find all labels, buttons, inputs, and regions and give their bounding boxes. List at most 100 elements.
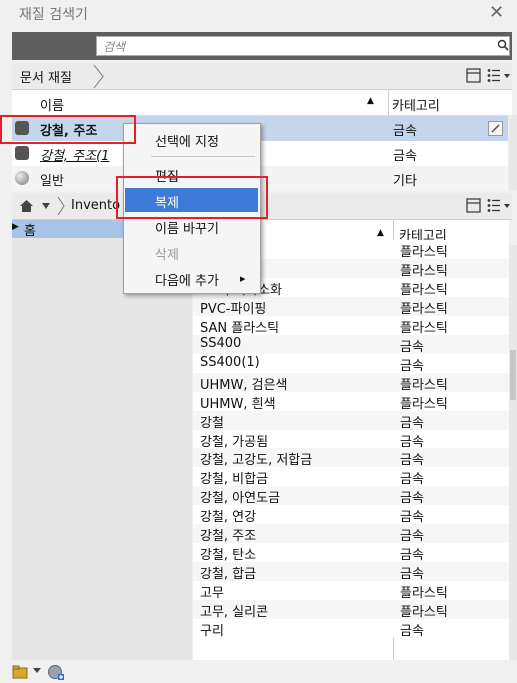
material-name: 구리	[200, 624, 224, 639]
menu-item-add-to[interactable]: 다음에 추가	[155, 270, 219, 289]
submenu-arrow-icon: ▸	[240, 272, 246, 285]
table-row[interactable]: 고무 플라스틱	[193, 581, 509, 602]
material-category: 금속	[400, 624, 424, 639]
material-category: 플라스틱	[400, 301, 448, 317]
chevron-down-icon[interactable]	[33, 668, 41, 674]
scrollbar-thumb[interactable]	[510, 350, 516, 400]
column-header-category[interactable]: 카테고리	[392, 95, 440, 114]
material-name: SS400	[200, 335, 242, 351]
material-category: 금속	[400, 415, 424, 431]
material-category: 플라스틱	[400, 396, 448, 412]
material-category: 플라스틱	[400, 245, 448, 260]
material-category: 금속	[400, 510, 424, 526]
material-category: 금속	[400, 434, 424, 450]
table-row[interactable]: 강철, 주조 금속	[193, 524, 509, 545]
tree-expand-icon[interactable]: ▶	[12, 222, 19, 232]
material-name: 고무, 실리콘	[200, 605, 269, 621]
material-category: 기타	[393, 174, 417, 189]
view-toggle-icon[interactable]	[466, 68, 481, 83]
table-row[interactable]: 강철, 탄소 금속	[193, 543, 509, 564]
document-materials-header	[12, 63, 512, 90]
material-name: 일반	[40, 174, 64, 189]
chevron-down-icon[interactable]	[41, 202, 51, 210]
material-category: 금속	[400, 339, 424, 355]
material-name: 강철, 주조(1	[40, 149, 110, 164]
menu-separator	[151, 156, 255, 157]
material-category: 금속	[400, 472, 424, 488]
close-icon[interactable]: ✕	[489, 2, 504, 23]
material-name: 강철, 합금	[200, 567, 257, 583]
table-row[interactable]: 고무, 실리콘 플라스틱	[193, 600, 509, 621]
window-title: 재질 검색기	[19, 7, 88, 23]
table-row[interactable]: 강철, 고강도, 저합금 금속	[193, 448, 509, 469]
document-scrollbar[interactable]	[509, 115, 517, 190]
table-row[interactable]: 강철, 비합금 금속	[193, 467, 509, 488]
edit-pencil-icon[interactable]	[488, 121, 503, 136]
sort-ascending-icon[interactable]: ▲	[367, 96, 374, 106]
library-breadcrumb[interactable]: Invento	[71, 198, 120, 213]
material-category: 금속	[400, 529, 424, 545]
material-name: 강철	[200, 415, 224, 431]
search-icon[interactable]	[497, 39, 509, 51]
menu-item-assign-to-selection[interactable]: 선택에 지정	[155, 131, 219, 150]
sort-ascending-icon[interactable]: ▲	[377, 228, 384, 238]
material-category: 플라스틱	[400, 586, 448, 602]
material-name: UHMW, 흰색	[200, 396, 276, 412]
material-name: 강철, 고강도, 저합금	[200, 453, 313, 469]
material-category: 플라스틱	[400, 320, 448, 336]
column-header-name[interactable]: 이름	[40, 95, 64, 114]
material-name: SS400(1)	[200, 354, 260, 370]
material-category: 플라스틱	[400, 282, 448, 298]
material-category: 금속	[393, 124, 417, 139]
material-name: 강철, 연강	[200, 510, 257, 526]
breadcrumb-chevron-icon	[57, 196, 65, 216]
material-category: 플라스틱	[400, 605, 448, 621]
material-swatch-icon	[15, 146, 29, 160]
table-row[interactable]: 강철 금속	[193, 410, 509, 431]
material-category: 금속	[400, 567, 424, 583]
home-icon[interactable]	[19, 199, 34, 213]
material-name: SAN 플라스틱	[200, 320, 280, 336]
material-category: 플라스틱	[400, 377, 448, 393]
table-row[interactable]: 강철, 연강 금속	[193, 505, 509, 526]
table-row[interactable]: SS400(1) 금속	[193, 353, 509, 374]
material-category: 금속	[400, 491, 424, 507]
search-input[interactable]: 검색	[96, 36, 510, 56]
table-row[interactable]: UHMW, 검은색 플라스틱	[193, 372, 509, 393]
table-row[interactable]: SS400 금속	[193, 334, 509, 355]
material-category: 금속	[393, 149, 417, 164]
material-name: 강철, 탄소	[200, 548, 257, 564]
table-row[interactable]: 강철, 아연도금 금속	[193, 486, 509, 507]
material-category: 금속	[400, 453, 424, 469]
view-toggle-icon[interactable]	[466, 198, 481, 213]
material-name: 강철, 가공됨	[200, 434, 269, 450]
menu-item-rename[interactable]: 이름 바꾸기	[155, 218, 219, 237]
column-divider	[388, 90, 389, 115]
table-row[interactable]: SAN 플라스틱 플라스틱	[193, 315, 509, 336]
library-folder-icon[interactable]	[12, 664, 30, 680]
list-options-icon[interactable]	[487, 68, 511, 83]
material-name: UHMW, 검은색	[200, 377, 288, 393]
table-row[interactable]: PVC-파이핑 플라스틱	[193, 296, 509, 317]
material-swatch-icon	[15, 171, 29, 185]
document-materials-label[interactable]: 문서 재질	[20, 67, 72, 86]
table-row[interactable]: UHMW, 흰색 플라스틱	[193, 391, 509, 412]
menu-item-delete[interactable]: 삭제	[155, 244, 179, 263]
table-row[interactable]: 강철, 합금 금속	[193, 562, 509, 583]
annotation-highlight-box	[116, 176, 268, 219]
table-row[interactable]: 강철, 가공됨 금속	[193, 429, 509, 450]
create-material-icon[interactable]	[47, 664, 65, 681]
library-scrollbar[interactable]	[509, 245, 517, 660]
material-name: 강철, 비합금	[200, 472, 269, 488]
bottom-toolbar	[0, 660, 517, 683]
breadcrumb-chevron-icon	[93, 64, 104, 89]
list-options-icon[interactable]	[487, 198, 511, 213]
material-name: 강철, 주조	[200, 529, 257, 545]
tree-item-label: 홈	[24, 224, 36, 239]
table-row[interactable]: 구리 금속	[193, 619, 509, 639]
material-category: 금속	[400, 358, 424, 374]
material-name: PVC-파이핑	[200, 301, 267, 317]
annotation-highlight-box	[0, 115, 136, 144]
material-name: 강철, 아연도금	[200, 491, 281, 507]
material-name: 고무	[200, 586, 224, 602]
